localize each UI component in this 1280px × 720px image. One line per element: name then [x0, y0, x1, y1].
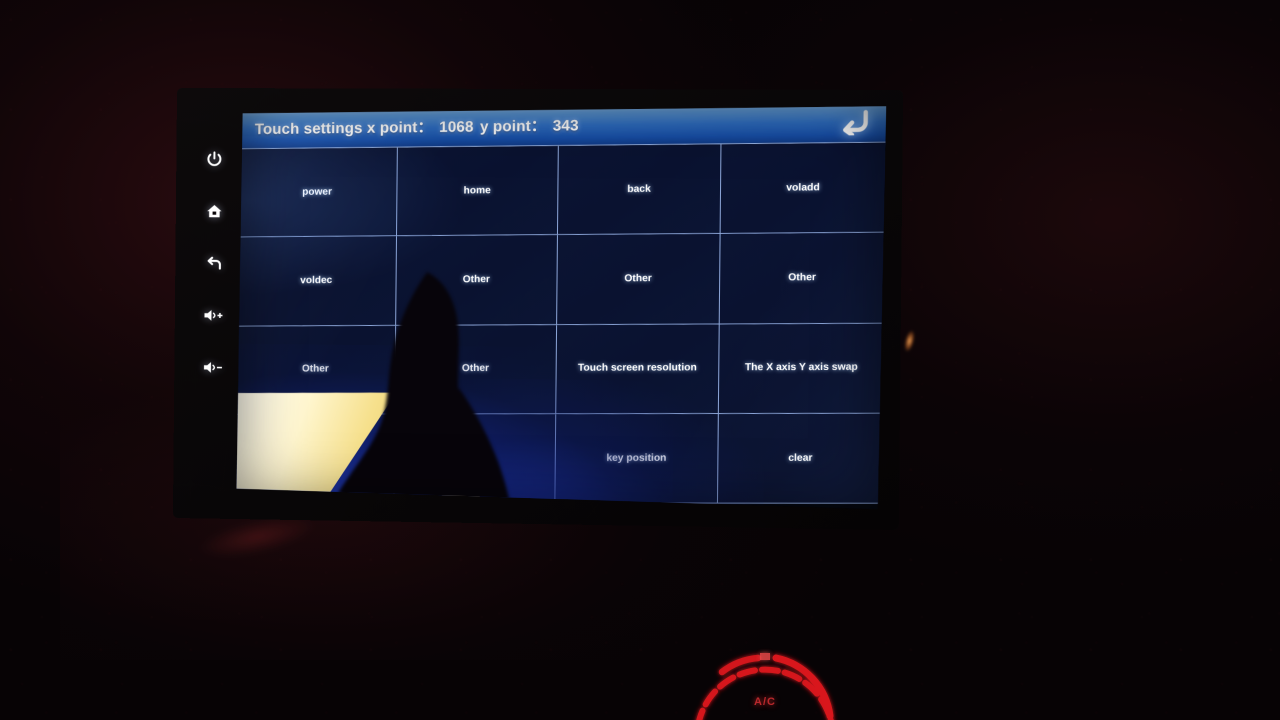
power-icon[interactable]: [199, 146, 229, 172]
cell-label: Touch screen resolution: [577, 362, 697, 375]
y-point-value: 343: [552, 116, 579, 135]
back-arrow-icon[interactable]: [198, 250, 228, 276]
dark-car-interior-scene: Touch settings x point： 1068 y point： 34…: [0, 0, 1280, 720]
x-point-value: 1068: [439, 117, 474, 136]
cell-label: back: [627, 183, 651, 195]
volume-down-icon[interactable]: [197, 354, 227, 380]
return-arrow-icon[interactable]: [834, 104, 876, 139]
grid-cell-other-3[interactable]: Other: [720, 233, 885, 324]
grid-cell-other-1[interactable]: Other: [396, 235, 558, 325]
ac-climate-dial[interactable]: A/C: [680, 638, 850, 720]
grid-cell-voldec[interactable]: voldec: [237, 237, 397, 327]
y-point-label: y point：: [479, 117, 547, 136]
grid-cell-clear[interactable]: clear: [718, 414, 883, 504]
cell-label: Other: [301, 363, 329, 375]
cell-label: home: [463, 184, 491, 197]
cell-label: voldec: [300, 275, 333, 287]
ac-dial-label: A/C: [754, 696, 776, 708]
volume-up-icon[interactable]: [198, 302, 228, 328]
cell-label: Other: [788, 272, 817, 284]
cell-label: power: [302, 186, 332, 198]
grid-cell-x-y-axis-swap[interactable]: The X axis Y axis swap: [719, 323, 884, 414]
cell-label: Other: [461, 363, 490, 375]
grid-cell-touch-screen-resolution[interactable]: Touch screen resolution: [556, 324, 719, 414]
home-icon[interactable]: [199, 198, 229, 224]
lcd-screen: Touch settings x point： 1068 y point： 34…: [235, 104, 886, 513]
cell-label: Other: [462, 274, 490, 286]
specular-glint-1: [902, 329, 917, 353]
page-title: Touch settings x point： 1068 y point： 34…: [255, 114, 581, 139]
cell-label: Other: [624, 273, 652, 285]
grid-cell-power[interactable]: power: [238, 148, 398, 238]
grid-cell-key-position[interactable]: key position: [555, 414, 718, 504]
title-label: Touch settings: [254, 119, 363, 138]
cell-label: The X axis Y axis swap: [744, 362, 858, 374]
cell-label: clear: [788, 452, 813, 464]
x-point-label: x point：: [366, 118, 433, 137]
grid-cell-back[interactable]: back: [558, 144, 722, 235]
grid-cell-other-2[interactable]: Other: [557, 234, 721, 325]
cell-label: key position: [606, 452, 667, 464]
grid-cell-voladd[interactable]: voladd: [721, 143, 886, 234]
cell-label: voladd: [786, 182, 820, 194]
hardware-key-column: [188, 146, 239, 447]
grid-cell-home[interactable]: home: [397, 146, 559, 237]
head-unit: Touch settings x point： 1068 y point： 34…: [172, 87, 904, 531]
grid-cell-other-5[interactable]: Other: [395, 325, 557, 415]
